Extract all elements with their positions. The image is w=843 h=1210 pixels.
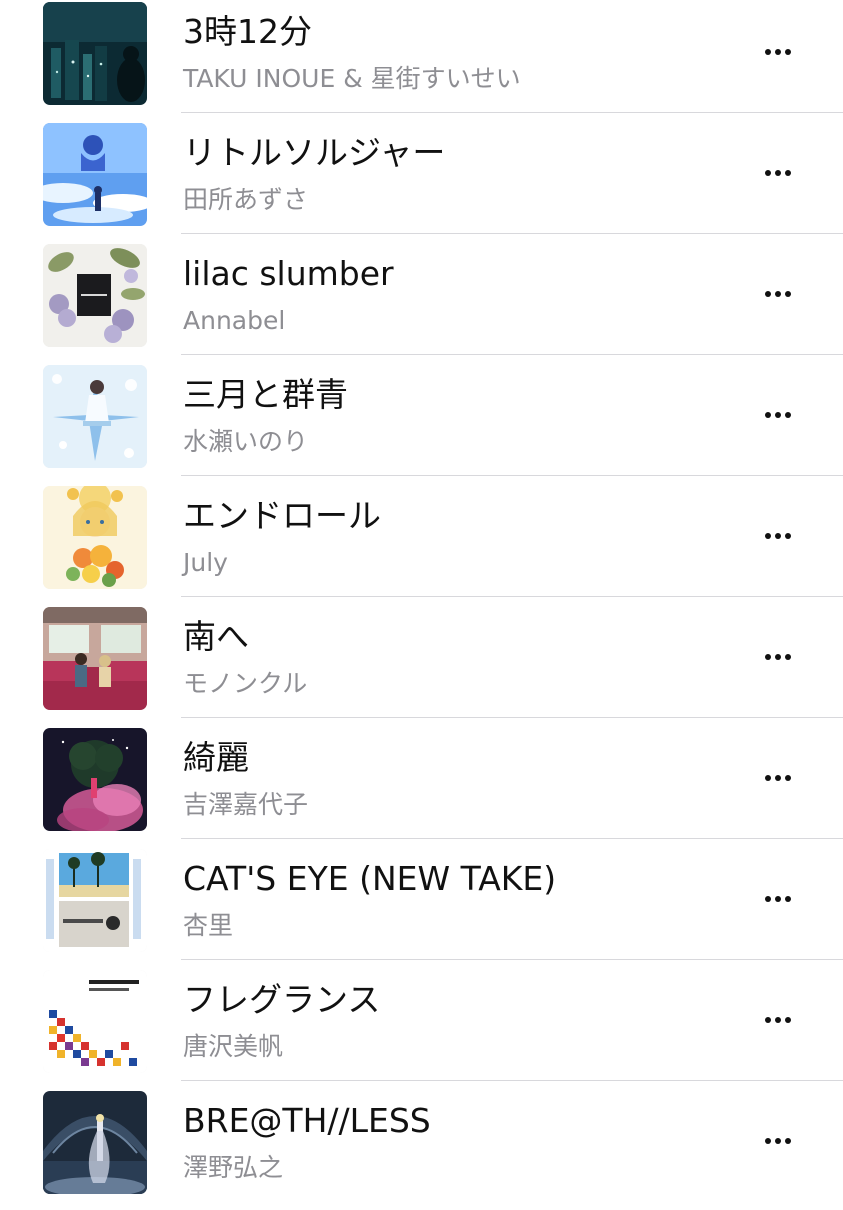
row-separator xyxy=(181,354,843,355)
ellipsis-icon xyxy=(785,896,791,902)
ellipsis-icon xyxy=(765,412,771,418)
ellipsis-icon xyxy=(765,49,771,55)
track-title: BRE@TH//LESS xyxy=(183,1101,431,1140)
track-row[interactable]: BRE@TH//LESS 澤野弘之 xyxy=(0,1089,843,1210)
row-separator xyxy=(181,838,843,839)
track-row[interactable]: フレグランス 唐沢美帆 xyxy=(0,968,843,1089)
album-artwork xyxy=(43,970,147,1073)
track-title: lilac slumber xyxy=(183,254,394,293)
track-artist: 田所あずさ xyxy=(183,185,309,214)
album-artwork xyxy=(43,728,147,831)
track-row[interactable]: エンドロール July xyxy=(0,484,843,605)
track-artist: 水瀬いのり xyxy=(183,427,309,456)
album-artwork xyxy=(43,365,147,468)
track-artist: July xyxy=(183,548,228,577)
ellipsis-icon xyxy=(765,654,771,660)
track-row[interactable]: lilac slumber Annabel xyxy=(0,242,843,363)
album-artwork xyxy=(43,849,147,952)
more-options-button[interactable] xyxy=(752,153,804,193)
more-options-button[interactable] xyxy=(752,516,804,556)
ellipsis-icon xyxy=(765,291,771,297)
ellipsis-icon xyxy=(785,291,791,297)
track-artist: 吉澤嘉代子 xyxy=(183,790,309,819)
ellipsis-icon xyxy=(775,654,781,660)
track-row[interactable]: リトルソルジャー 田所あずさ xyxy=(0,121,843,242)
row-separator xyxy=(181,717,843,718)
row-separator xyxy=(181,233,843,234)
ellipsis-icon xyxy=(785,49,791,55)
row-separator xyxy=(181,112,843,113)
track-title: 綺麗 xyxy=(183,738,249,777)
ellipsis-icon xyxy=(775,170,781,176)
album-artwork xyxy=(43,1091,147,1194)
more-options-button[interactable] xyxy=(752,274,804,314)
ellipsis-icon xyxy=(785,533,791,539)
ellipsis-icon xyxy=(775,775,781,781)
track-list: 3時12分 TAKU INOUE & 星街すいせい リトルソルジャー 田所あずさ… xyxy=(0,0,843,1200)
album-artwork xyxy=(43,123,147,226)
ellipsis-icon xyxy=(765,1017,771,1023)
ellipsis-icon xyxy=(775,49,781,55)
ellipsis-icon xyxy=(785,1138,791,1144)
track-title: 3時12分 xyxy=(183,12,312,51)
album-artwork xyxy=(43,244,147,347)
row-separator xyxy=(181,1080,843,1081)
ellipsis-icon xyxy=(775,1017,781,1023)
track-title: 南へ xyxy=(183,617,249,656)
track-title: リトルソルジャー xyxy=(183,133,446,172)
ellipsis-icon xyxy=(785,654,791,660)
ellipsis-icon xyxy=(785,1017,791,1023)
ellipsis-icon xyxy=(765,533,771,539)
track-row[interactable]: 綺麗 吉澤嘉代子 xyxy=(0,726,843,847)
track-row[interactable]: CAT'S EYE (NEW TAKE) 杏里 xyxy=(0,847,843,968)
ellipsis-icon xyxy=(785,412,791,418)
ellipsis-icon xyxy=(765,896,771,902)
track-artist: 唐沢美帆 xyxy=(183,1032,284,1061)
album-artwork xyxy=(43,2,147,105)
ellipsis-icon xyxy=(785,775,791,781)
more-options-button[interactable] xyxy=(752,1121,804,1161)
ellipsis-icon xyxy=(765,170,771,176)
row-separator xyxy=(181,475,843,476)
track-artist: TAKU INOUE & 星街すいせい xyxy=(183,64,521,93)
more-options-button[interactable] xyxy=(752,637,804,677)
ellipsis-icon xyxy=(775,533,781,539)
track-artist: 杏里 xyxy=(183,911,234,940)
track-title: CAT'S EYE (NEW TAKE) xyxy=(183,859,557,898)
track-row[interactable]: 三月と群青 水瀬いのり xyxy=(0,363,843,484)
more-options-button[interactable] xyxy=(752,395,804,435)
row-separator xyxy=(181,596,843,597)
album-artwork xyxy=(43,486,147,589)
more-options-button[interactable] xyxy=(752,758,804,798)
track-title: フレグランス xyxy=(183,980,381,1019)
ellipsis-icon xyxy=(765,775,771,781)
ellipsis-icon xyxy=(775,1138,781,1144)
ellipsis-icon xyxy=(785,170,791,176)
ellipsis-icon xyxy=(775,291,781,297)
ellipsis-icon xyxy=(765,1138,771,1144)
track-row[interactable]: 3時12分 TAKU INOUE & 星街すいせい xyxy=(0,0,843,121)
album-artwork xyxy=(43,607,147,710)
row-separator xyxy=(181,959,843,960)
track-title: エンドロール xyxy=(183,496,381,535)
more-options-button[interactable] xyxy=(752,1000,804,1040)
track-artist: モノンクル xyxy=(183,669,308,698)
more-options-button[interactable] xyxy=(752,32,804,72)
ellipsis-icon xyxy=(775,412,781,418)
track-artist: Annabel xyxy=(183,306,286,335)
more-options-button[interactable] xyxy=(752,879,804,919)
track-title: 三月と群青 xyxy=(183,375,348,414)
track-row[interactable]: 南へ モノンクル xyxy=(0,605,843,726)
ellipsis-icon xyxy=(775,896,781,902)
track-artist: 澤野弘之 xyxy=(183,1153,284,1182)
